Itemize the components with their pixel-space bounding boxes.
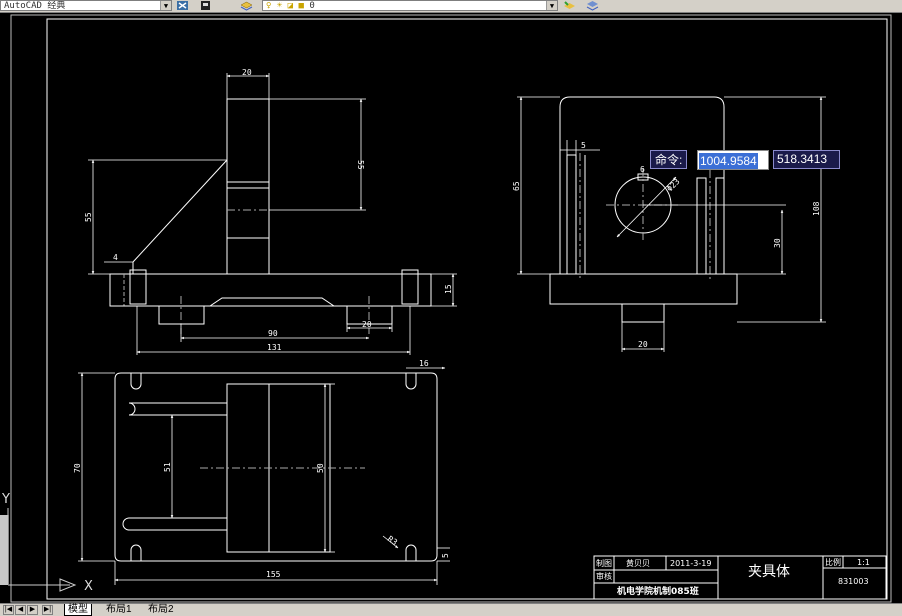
dim-text: 55: [84, 212, 93, 222]
title-block-scale: 1:1: [857, 558, 870, 567]
title-block-label: 比例: [825, 557, 841, 567]
dim-text: 155: [266, 570, 281, 579]
next-tab-icon[interactable]: ▶: [27, 605, 38, 615]
last-tab-icon[interactable]: ▶|: [42, 605, 53, 615]
top-view: [78, 366, 450, 585]
tab-model[interactable]: 模型: [64, 604, 92, 616]
dim-text: 55: [356, 160, 365, 170]
dynamic-input-y-field[interactable]: 518.3413: [773, 150, 840, 169]
layout-tabs-bar: |◀ ◀ ▶ ▶| 模型 布局1 布局2: [0, 603, 902, 616]
dim-text: 70: [73, 463, 82, 473]
tab-layout1[interactable]: 布局1: [106, 604, 132, 616]
dim-text: Φ23: [665, 177, 682, 194]
title-block-date: 2011-3-19: [670, 559, 711, 568]
toolbar: AutoCAD 经典 ▼ ♀ ☀ ◪ ■ 0 ▼: [0, 0, 902, 13]
dim-text: 51: [163, 462, 172, 472]
dim-text: 5: [581, 141, 586, 150]
make-layer-current-icon[interactable]: [563, 0, 576, 11]
toolpalette-icon[interactable]: [199, 0, 212, 11]
prev-tab-icon[interactable]: ◀: [15, 605, 26, 615]
layer-previous-icon[interactable]: [586, 0, 599, 11]
dim-text: R3: [386, 534, 399, 547]
ucs-icon: [7, 508, 77, 592]
title-block-label: 审核: [596, 571, 612, 581]
title-block-part-name: 夹具体: [748, 564, 790, 580]
layer-state-icons: ♀ ☀ ◪ ■: [266, 1, 310, 11]
dim-text: 50: [316, 463, 325, 473]
paper-edge: [10, 14, 892, 603]
title-block-drafter: 黄贝贝: [626, 558, 650, 568]
dim-text: 20: [242, 68, 252, 77]
title-block-school: 机电学院机制085班: [617, 585, 699, 597]
dim-text: 4: [113, 253, 118, 262]
front-view: [88, 73, 457, 355]
dim-text: 65: [512, 181, 521, 191]
dim-text: 5: [441, 553, 450, 558]
workspace-settings-icon[interactable]: [176, 0, 189, 11]
first-tab-icon[interactable]: |◀: [3, 605, 14, 615]
ucs-y-label: Y: [1, 492, 10, 507]
dim-text: 15: [444, 284, 453, 294]
layer-manager-icon[interactable]: [240, 0, 253, 11]
dim-text: 30: [773, 238, 782, 248]
layer-value: 0: [309, 1, 315, 11]
chevron-down-icon[interactable]: ▼: [160, 1, 171, 10]
chevron-down-icon[interactable]: ▼: [546, 1, 557, 10]
dim-text: 131: [267, 343, 282, 352]
workspace-dropdown[interactable]: AutoCAD 经典 ▼: [0, 0, 172, 11]
left-dock-widget[interactable]: [0, 515, 9, 585]
title-block-drawing-number: 831003: [838, 577, 869, 586]
dynamic-input-x-field[interactable]: 1004.9584: [697, 150, 769, 170]
dim-text: 20: [362, 320, 372, 329]
side-view: [517, 96, 826, 352]
drawing-frame: [46, 18, 888, 600]
ucs-x-label: X: [84, 579, 93, 594]
dim-text: 108: [812, 201, 821, 216]
dim-text: 6: [640, 165, 645, 174]
layer-dropdown[interactable]: ♀ ☀ ◪ ■ 0 ▼: [262, 0, 558, 11]
x-coordinate-value: 1004.9584: [699, 153, 758, 169]
tab-layout2[interactable]: 布局2: [148, 604, 174, 616]
dynamic-input-prompt: 命令:: [650, 150, 688, 169]
dim-text: 16: [419, 359, 429, 368]
workspace-value: AutoCAD 经典: [4, 1, 66, 11]
dim-text: 90: [268, 329, 278, 338]
dim-text: 20: [638, 340, 648, 349]
title-block-label: 制图: [596, 558, 612, 568]
drawing-canvas[interactable]: 20 55 55 4 15 90 20 131 5 6 Φ23 65 108 3…: [0, 13, 902, 603]
